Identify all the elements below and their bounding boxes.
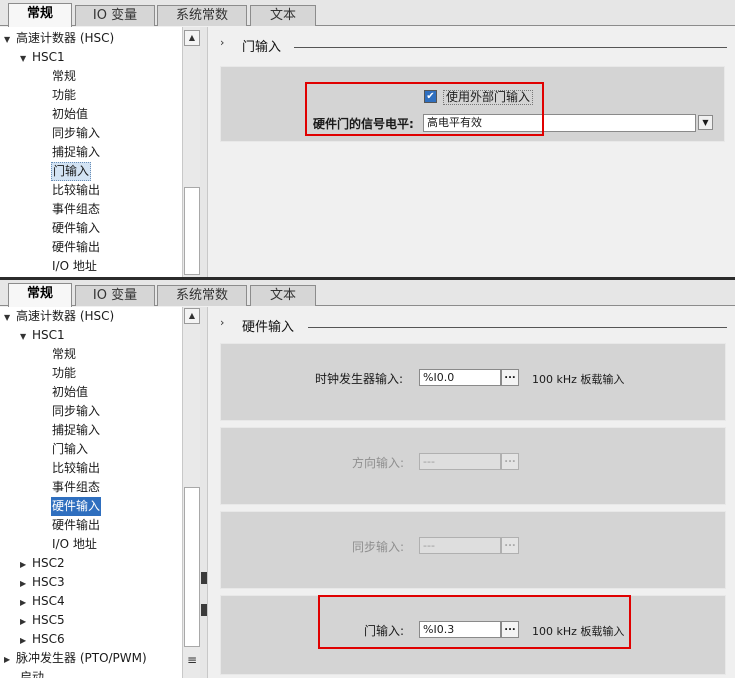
clock-input-label: 时钟发生器输入: xyxy=(315,372,404,386)
section-divider xyxy=(308,327,727,328)
tree-item-gate-input[interactable]: 门输入 xyxy=(52,440,88,459)
navigation-tree: ▼ 高速计数器 (HSC) ▼ HSC1 常规 功能 初始值 同步输入 捕捉输入 门… xyxy=(0,307,182,678)
scroll-up-button[interactable]: ▲ xyxy=(184,308,200,324)
tab-bar: 常规 IO 变量 系统常数 文本 xyxy=(0,280,735,307)
chevron-down-icon[interactable]: ▼ xyxy=(698,115,713,130)
highlight-frame xyxy=(318,595,631,649)
section-title: 硬件输入 xyxy=(242,320,295,335)
tree-item-io-address[interactable]: I/O 地址 xyxy=(52,257,97,276)
expand-icon[interactable]: ▼ xyxy=(20,327,32,346)
tree-item-hardware-output[interactable]: 硬件输出 xyxy=(52,238,100,257)
expand-icon[interactable]: ▶ xyxy=(4,650,16,669)
tab-texts[interactable]: 文本 xyxy=(250,5,316,26)
tree-item-capture-input[interactable]: 捕捉输入 xyxy=(52,143,100,162)
clock-input-note: 100 kHz 板载输入 xyxy=(532,373,625,386)
tree-scrollbar[interactable]: ▲ ≡ xyxy=(182,307,200,678)
tree-item-compare-output[interactable]: 比较输出 xyxy=(52,181,100,200)
section-divider xyxy=(294,47,727,48)
tree-item-general[interactable]: 常规 xyxy=(52,345,76,364)
tree-item-compare-output[interactable]: 比较输出 xyxy=(52,459,100,478)
tab-general[interactable]: 常规 xyxy=(8,3,72,27)
tree-item-capture-input[interactable]: 捕捉输入 xyxy=(52,421,100,440)
clock-input-group: 时钟发生器输入: %I0.0 ... 100 kHz 板载输入 xyxy=(220,343,726,421)
tree-item-function[interactable]: 功能 xyxy=(52,86,76,105)
tree-item-function[interactable]: 功能 xyxy=(52,364,76,383)
tree-item-hardware-input[interactable]: 硬件输入 xyxy=(51,497,102,516)
tree-item-hsc1[interactable]: ▼ HSC1 xyxy=(20,48,65,67)
splitter-grip-icon xyxy=(201,572,207,584)
tree-item-initial-value[interactable]: 初始值 xyxy=(52,383,88,402)
bottom-properties-panel: 常规 IO 变量 系统常数 文本 ▼ 高速计数器 (HSC) ▼ HSC1 常规 功… xyxy=(0,280,735,678)
splitter-grip-icon xyxy=(201,604,207,616)
tree-item-event-config[interactable]: 事件组态 xyxy=(52,200,100,219)
tree-item-gate-input[interactable]: 门输入 xyxy=(51,162,92,181)
tree-item-hardware-output[interactable]: 硬件输出 xyxy=(52,516,100,535)
tree-item-hsc3[interactable]: ▶ HSC3 xyxy=(20,573,65,592)
direction-input-label: 方向输入: xyxy=(352,456,405,470)
expand-icon[interactable]: ▼ xyxy=(4,308,16,327)
tree-item-hsc2[interactable]: ▶ HSC2 xyxy=(20,554,65,573)
highlight-frame xyxy=(305,82,544,136)
expand-icon[interactable]: ▼ xyxy=(4,30,16,49)
expand-icon[interactable]: ▶ xyxy=(20,612,32,631)
tree-item-event-config[interactable]: 事件组态 xyxy=(52,478,100,497)
tree-item-sync-input[interactable]: 同步输入 xyxy=(52,402,100,421)
tab-general[interactable]: 常规 xyxy=(8,283,72,307)
scroll-thumb[interactable] xyxy=(184,487,200,647)
clock-input-browse-button[interactable]: ... xyxy=(501,369,519,386)
expand-icon[interactable]: ▼ xyxy=(20,49,32,68)
tree-item-initial-value[interactable]: 初始值 xyxy=(52,105,88,124)
splitter[interactable] xyxy=(200,27,208,277)
tree-item-hsc4[interactable]: ▶ HSC4 xyxy=(20,592,65,611)
expand-icon[interactable]: ▶ xyxy=(20,555,32,574)
tab-texts[interactable]: 文本 xyxy=(250,285,316,306)
chevron-right-icon[interactable]: › xyxy=(220,36,224,49)
navigation-tree: ▼ 高速计数器 (HSC) ▼ HSC1 常规 功能 初始值 同步输入 捕捉输入 门… xyxy=(0,27,182,277)
tree-item-hsc5[interactable]: ▶ HSC5 xyxy=(20,611,65,630)
tree-item-sync-input[interactable]: 同步输入 xyxy=(52,124,100,143)
tree-item-general[interactable]: 常规 xyxy=(52,67,76,86)
top-properties-panel: 常规 IO 变量 系统常数 文本 ▼ 高速计数器 (HSC) ▼ HSC1 常规 功… xyxy=(0,0,735,277)
splitter[interactable] xyxy=(200,307,208,678)
tree-item-hsc1[interactable]: ▼ HSC1 xyxy=(20,326,65,345)
direction-input-group: 方向输入: --- ... xyxy=(220,427,726,505)
expand-icon[interactable]: ▶ xyxy=(20,631,32,650)
tab-io-tags[interactable]: IO 变量 xyxy=(75,5,155,26)
scroll-thumb[interactable] xyxy=(184,187,200,275)
tab-bar: 常规 IO 变量 系统常数 文本 xyxy=(0,0,735,27)
section-title: 门输入 xyxy=(242,40,282,55)
scroll-grip-icon[interactable]: ≡ xyxy=(184,653,200,669)
sync-input-group: 同步输入: --- ... xyxy=(220,511,726,589)
clock-input-field[interactable]: %I0.0 xyxy=(419,369,501,386)
sync-input-label: 同步输入: xyxy=(352,540,405,554)
tree-item-hsc6[interactable]: ▶ HSC6 xyxy=(20,630,65,649)
sync-input-browse-button: ... xyxy=(501,537,519,554)
properties-content: › 硬件输入 时钟发生器输入: %I0.0 ... 100 kHz 板载输入 方… xyxy=(208,307,735,678)
tree-item-io-address[interactable]: I/O 地址 xyxy=(52,535,97,554)
scroll-up-button[interactable]: ▲ xyxy=(184,30,200,46)
tree-item-pulse-generator[interactable]: ▶ 脉冲发生器 (PTO/PWM) xyxy=(4,649,147,668)
tree-scrollbar[interactable]: ▲ xyxy=(182,27,200,277)
expand-icon[interactable]: ▶ xyxy=(20,593,32,612)
tab-io-tags[interactable]: IO 变量 xyxy=(75,285,155,306)
tree-item-hsc[interactable]: ▼ 高速计数器 (HSC) xyxy=(4,307,114,326)
tree-item-hardware-input[interactable]: 硬件输入 xyxy=(52,219,100,238)
direction-input-browse-button: ... xyxy=(501,453,519,470)
tree-item-startup[interactable]: 启动 xyxy=(20,668,44,678)
tree-item-hsc[interactable]: ▼ 高速计数器 (HSC) xyxy=(4,29,114,48)
direction-input-field: --- xyxy=(419,453,501,470)
section-header[interactable]: › 硬件输入 xyxy=(220,316,727,335)
tab-system-constants[interactable]: 系统常数 xyxy=(157,5,247,26)
section-header[interactable]: › 门输入 xyxy=(220,36,727,55)
properties-content: › 门输入 ✔ 使用外部门输入 硬件门的信号电平: 高电平有效 ▼ xyxy=(208,27,735,277)
sync-input-field: --- xyxy=(419,537,501,554)
chevron-right-icon[interactable]: › xyxy=(220,316,224,329)
tab-system-constants[interactable]: 系统常数 xyxy=(157,285,247,306)
expand-icon[interactable]: ▶ xyxy=(20,574,32,593)
